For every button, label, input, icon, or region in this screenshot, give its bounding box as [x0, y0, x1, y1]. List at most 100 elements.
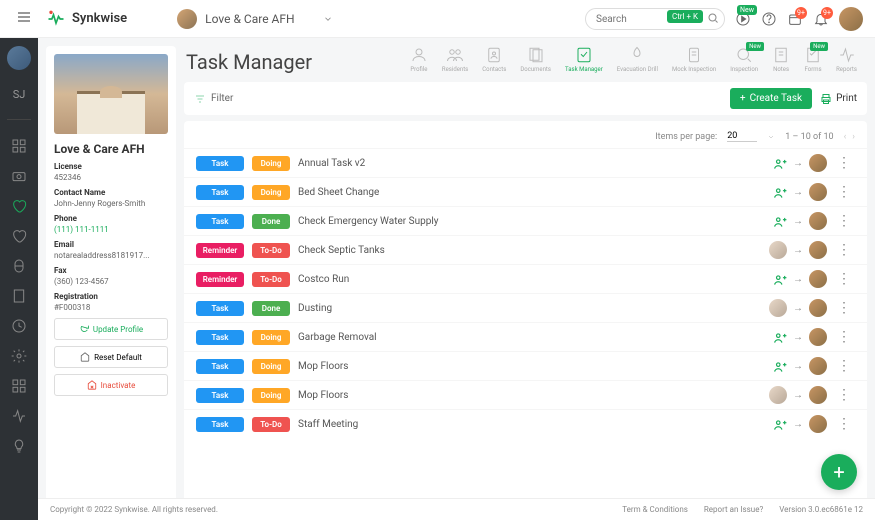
documents-icon — [527, 46, 545, 64]
reset-label: Reset Default — [94, 353, 142, 362]
more-button[interactable]: ⋮ — [833, 185, 855, 199]
sidebar-building[interactable] — [11, 288, 27, 304]
more-button[interactable]: ⋮ — [833, 301, 855, 315]
tab-forms[interactable]: NewForms — [804, 46, 822, 73]
print-button[interactable]: Print — [820, 88, 857, 109]
assignee-avatar — [809, 183, 827, 201]
task-name: Staff Meeting — [298, 419, 765, 430]
more-button[interactable]: ⋮ — [833, 243, 855, 257]
contacts-icon — [485, 46, 503, 64]
task-row[interactable]: TaskTo-DoStaff Meeting→⋮ — [184, 409, 867, 438]
status-chip: Doing — [252, 156, 290, 171]
task-name: Check Emergency Water Supply — [298, 216, 765, 227]
sidebar-camera[interactable] — [11, 168, 27, 184]
sidebar-apps[interactable] — [11, 378, 27, 394]
pager-next[interactable]: › — [852, 132, 855, 142]
report-issue-link[interactable]: Report an Issue? — [704, 505, 763, 514]
menu-toggle[interactable] — [12, 5, 36, 33]
tab-task-manager[interactable]: Task Manager — [565, 46, 603, 73]
filter-button[interactable]: Filter — [194, 93, 233, 105]
search-icon — [707, 12, 719, 24]
reg-value: #F000318 — [54, 303, 168, 312]
tab-reports[interactable]: Reports — [836, 46, 857, 73]
location-selector[interactable]: Love & Care AFH — [177, 9, 332, 29]
more-button[interactable]: ⋮ — [833, 359, 855, 373]
task-row[interactable]: ReminderTo-DoCostco Run→⋮ — [184, 264, 867, 293]
task-row[interactable]: ReminderTo-DoCheck Septic Tanks→⋮ — [184, 235, 867, 264]
tab-evac[interactable]: Evacuation Drill — [617, 46, 658, 73]
notifications-button[interactable]: 9+ — [813, 11, 829, 27]
print-label: Print — [836, 93, 857, 104]
tab-mock[interactable]: Mock Inspection — [672, 46, 716, 73]
fax-value: (360) 123-4567 — [54, 277, 168, 286]
assignee-avatar — [809, 357, 827, 375]
sidebar-avatar[interactable] — [7, 46, 31, 70]
task-row[interactable]: TaskDoingBed Sheet Change→⋮ — [184, 177, 867, 206]
sidebar-meds[interactable] — [11, 258, 27, 274]
create-label: Create Task — [750, 93, 803, 104]
assigner-icon — [773, 214, 787, 228]
sidebar-settings[interactable] — [11, 348, 27, 364]
phone-value[interactable]: (111) 111-1111 — [54, 225, 168, 234]
task-row[interactable]: TaskDoingAnnual Task v2→⋮ — [184, 148, 867, 177]
create-task-button[interactable]: +Create Task — [730, 88, 812, 109]
terms-link[interactable]: Term & Conditions — [622, 505, 688, 514]
task-row[interactable]: TaskDoingGarbage Removal→⋮ — [184, 322, 867, 351]
update-label: Update Profile — [93, 325, 143, 334]
update-profile-button[interactable]: Update Profile — [54, 318, 168, 340]
more-button[interactable]: ⋮ — [833, 330, 855, 344]
page-size-select[interactable]: 20 — [727, 131, 757, 142]
more-button[interactable]: ⋮ — [833, 417, 855, 431]
inbox-button[interactable]: 9+ — [787, 11, 803, 27]
more-button[interactable]: ⋮ — [833, 388, 855, 402]
sidebar-care[interactable] — [11, 198, 27, 214]
tab-residents[interactable]: Residents — [442, 46, 468, 73]
facility-name: Love & Care AFH — [54, 142, 168, 156]
tour-button[interactable]: New — [735, 11, 751, 27]
arrow-icon: → — [793, 332, 803, 343]
sidebar-heart[interactable] — [11, 228, 27, 244]
task-manager-icon — [575, 46, 593, 64]
sidebar-vitals[interactable] — [11, 408, 27, 424]
task-name: Mop Floors — [298, 361, 765, 372]
status-chip: To-Do — [252, 417, 290, 432]
tab-profile[interactable]: Profile — [410, 46, 428, 73]
assigner-icon — [773, 272, 787, 286]
assignee-avatar — [809, 328, 827, 346]
chevron-down-icon — [323, 14, 333, 24]
task-row[interactable]: TaskDoneCheck Emergency Water Supply→⋮ — [184, 206, 867, 235]
search-input[interactable] — [585, 8, 725, 30]
assigner-avatar — [769, 299, 787, 317]
sidebar-dashboard[interactable] — [11, 138, 27, 154]
inactivate-button[interactable]: Inactivate — [54, 374, 168, 396]
sidebar-clock[interactable] — [11, 318, 27, 334]
tab-contacts[interactable]: Contacts — [482, 46, 506, 73]
tab-inspection[interactable]: NewInspection — [730, 46, 758, 73]
more-button[interactable]: ⋮ — [833, 156, 855, 170]
facility-image — [54, 54, 168, 134]
help-button[interactable] — [761, 11, 777, 27]
type-chip: Task — [196, 185, 244, 200]
filter-label: Filter — [211, 93, 233, 104]
task-name: Dusting — [298, 303, 761, 314]
more-button[interactable]: ⋮ — [833, 272, 855, 286]
new-badge: New — [810, 42, 828, 51]
more-button[interactable]: ⋮ — [833, 214, 855, 228]
tab-notes[interactable]: Notes — [772, 46, 790, 73]
email-value[interactable]: notarealaddress8181917... — [54, 251, 168, 260]
status-chip: To-Do — [252, 272, 290, 287]
pager-prev[interactable]: ‹ — [844, 132, 847, 142]
tab-documents[interactable]: Documents — [520, 46, 551, 73]
task-row[interactable]: TaskDoingMop Floors→⋮ — [184, 351, 867, 380]
tab-label: Contacts — [482, 66, 506, 73]
footer: Copyright © 2022 Synkwise. All rights re… — [38, 498, 875, 520]
tab-label: Task Manager — [565, 66, 603, 73]
search-box[interactable]: Ctrl + K — [585, 7, 725, 31]
task-row[interactable]: TaskDoneDusting→⋮ — [184, 293, 867, 322]
sidebar-idea[interactable] — [11, 438, 27, 454]
brand-logo[interactable]: Synkwise — [46, 9, 127, 29]
task-row[interactable]: TaskDoingMop Floors→⋮ — [184, 380, 867, 409]
user-avatar[interactable] — [839, 7, 863, 31]
reset-default-button[interactable]: Reset Default — [54, 346, 168, 368]
fab-add[interactable]: + — [821, 454, 857, 490]
